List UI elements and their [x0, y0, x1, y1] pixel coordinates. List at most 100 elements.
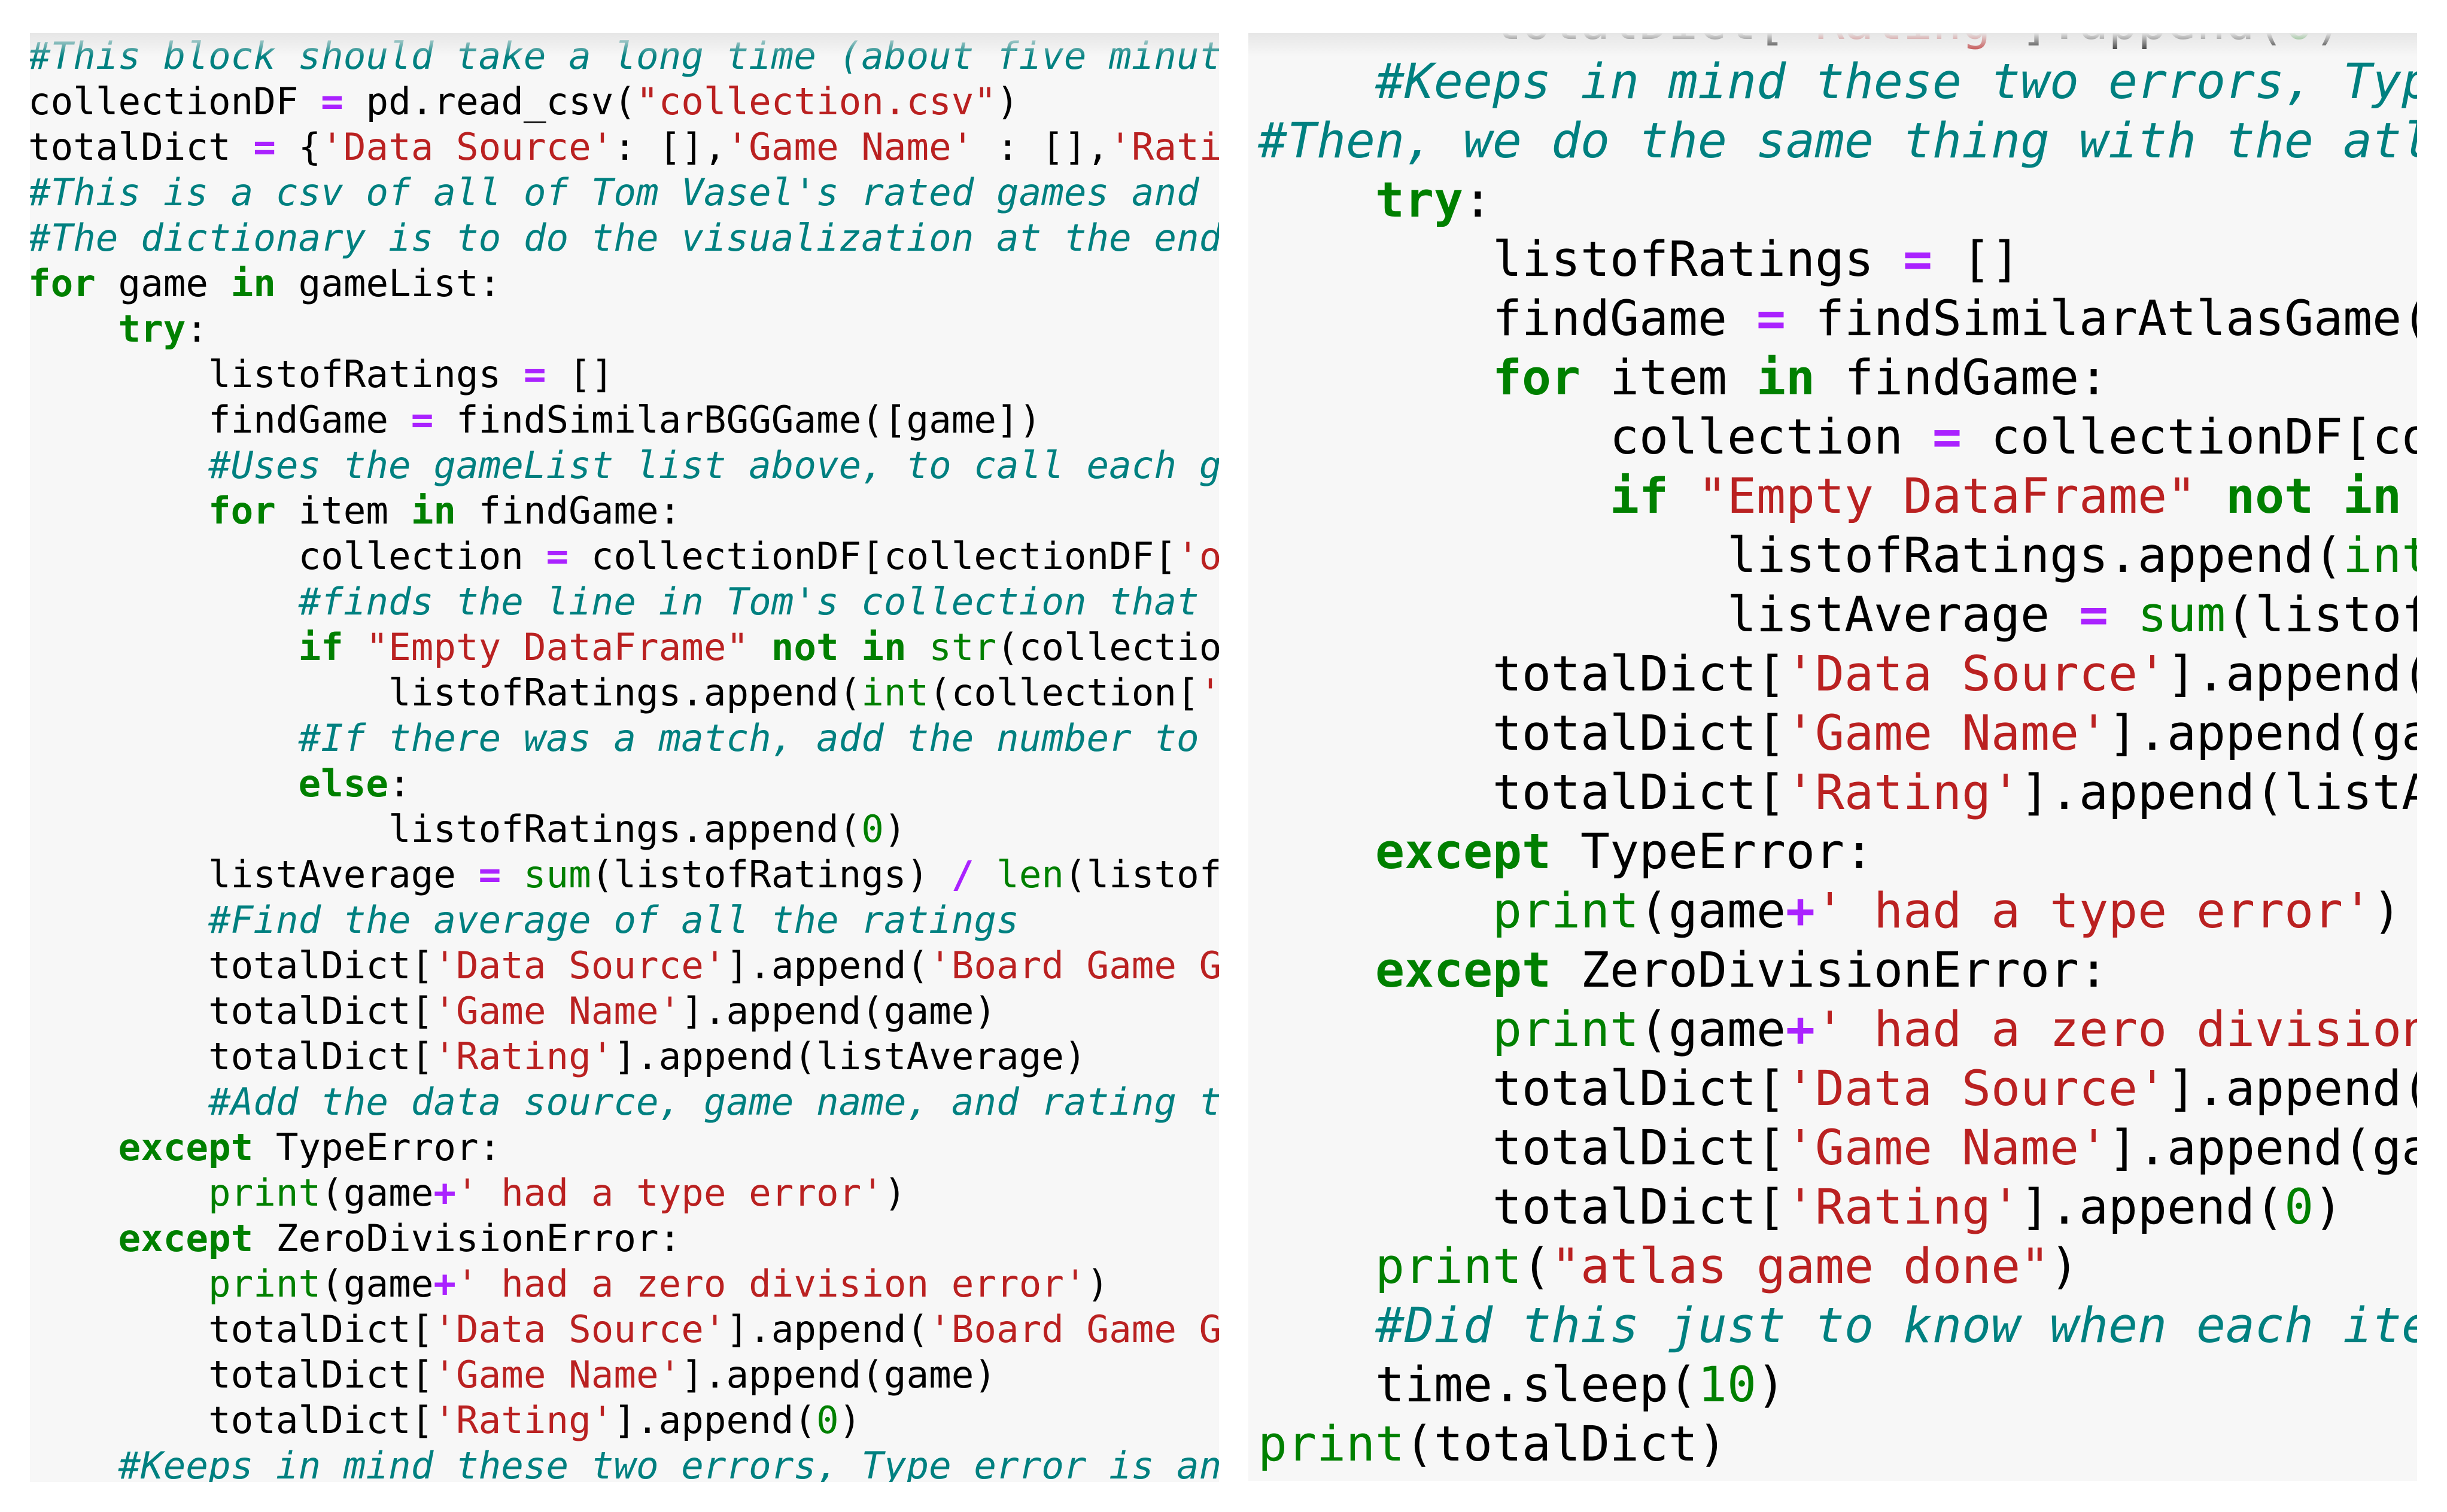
code-text: TypeError:: [1551, 823, 1874, 880]
code-operator: +: [433, 1262, 456, 1306]
code-number: 0: [2284, 33, 2314, 51]
code-line: #This is a csv of all of Tom Vasel's rat…: [30, 170, 1219, 215]
code-text: totalDict[: [1258, 705, 1786, 762]
code-text: totalDict[: [1258, 646, 1786, 702]
code-text: []: [546, 352, 614, 396]
code-line: #If there was a match, add the number to: [30, 716, 1219, 761]
code-number: 0: [816, 1398, 839, 1442]
code-keyword: for: [1492, 349, 1581, 406]
code-line: listofRatings.append(int(collection[': [30, 670, 1219, 716]
code-keyword: not: [2226, 468, 2314, 525]
code-keyword: except: [1375, 823, 1552, 880]
code-text: listofRatings.append(: [1258, 527, 2343, 584]
code-text: ZeroDivisionError:: [1551, 942, 2109, 999]
code-string: 'Data Source': [321, 125, 614, 169]
code-operator: =: [321, 80, 344, 123]
code-builtin: print: [1492, 1001, 1640, 1058]
code-text: findSimilarBGGGame([game]): [433, 398, 1042, 442]
code-text: ): [2050, 1238, 2080, 1295]
code-line: totalDict['Rating'].append(listAverage): [30, 1034, 1219, 1079]
code-string: 'Game Name': [1786, 1119, 2109, 1176]
code-number: 0: [861, 807, 884, 851]
code-text: listAverage: [30, 853, 479, 896]
code-string: "Empty DataFrame": [1698, 468, 2197, 525]
code-operator: =: [1903, 231, 1933, 288]
code-builtin: print: [208, 1262, 321, 1306]
code-line: #Then, we do the same thing with the atl: [1258, 111, 2417, 171]
code-text: totalDict: [30, 125, 254, 169]
code-text: item: [1580, 349, 1757, 406]
code-keyword: for: [30, 261, 96, 305]
code-text: (game: [1639, 883, 1786, 939]
code-string: 'Data Source': [433, 1307, 726, 1351]
code-line: for item in findGame:: [1258, 348, 2417, 407]
code-string: 'Rati: [1109, 125, 1219, 169]
code-line: collection = collectionDF[co: [1258, 407, 2417, 467]
code-line: #Keeps in mind these two errors, Typ: [1258, 52, 2417, 111]
code-operator: =: [1932, 409, 1962, 466]
code-text: (listof: [2226, 586, 2417, 643]
code-string: 'Data Source': [433, 944, 726, 987]
code-text: ].append(: [613, 1398, 816, 1442]
code-text: findGame: [30, 398, 411, 442]
code-line: totalDict['Game Name'].append(ga: [1258, 1118, 2417, 1178]
code-cell-right[interactable]: totalDict['Rating'].append(0) #Keeps in …: [1248, 33, 2417, 1481]
code-line: #The dictionary is to do the visualizati…: [30, 215, 1219, 261]
code-operator: =: [411, 398, 434, 442]
code-text: ): [2372, 883, 2402, 939]
code-line: if "Empty DataFrame" not in: [1258, 467, 2417, 526]
code-text: ): [2314, 1179, 2343, 1236]
code-line: totalDict['Data Source'].append('Board G…: [30, 943, 1219, 988]
code-line: except ZeroDivisionError:: [1258, 941, 2417, 1000]
code-line: print("atlas game done"): [1258, 1237, 2417, 1296]
code-text: ): [1086, 1262, 1109, 1306]
code-line: totalDict['Data Source'].append(: [1258, 644, 2417, 704]
code-string: 'Rating': [1786, 1179, 2021, 1236]
code-builtin: print: [1492, 883, 1640, 939]
code-text: :: [186, 307, 209, 351]
code-line: listofRatings.append(0): [30, 807, 1219, 852]
code-text: listAverage: [1258, 586, 2080, 643]
code-line: for item in findGame:: [30, 488, 1219, 534]
code-builtin: print: [1258, 1416, 1405, 1473]
code-cell-left[interactable]: #This block should take a long time (abo…: [30, 33, 1219, 1482]
code-text: listofRatings: [30, 352, 524, 396]
code-editor-right[interactable]: totalDict['Rating'].append(0) #Keeps in …: [1258, 33, 2417, 1474]
code-line: findGame = findSimilarBGGGame([game]): [30, 397, 1219, 443]
code-text: (totalDict): [1405, 1416, 1728, 1473]
code-keyword: in: [411, 489, 456, 533]
code-text: : [],: [974, 125, 1109, 169]
code-text: totalDict[: [1258, 33, 1786, 51]
code-keyword: in: [2343, 468, 2402, 525]
code-comment: #This block should take a long time (abo…: [30, 34, 1219, 78]
code-line: if "Empty DataFrame" not in str(collecti…: [30, 625, 1219, 670]
code-string: ' had a type error': [455, 1171, 884, 1215]
code-text: findGame:: [1815, 349, 2109, 406]
code-line: totalDict = {'Data Source': [],'Game Nam…: [30, 124, 1219, 170]
code-editor-left[interactable]: #This block should take a long time (abo…: [30, 34, 1219, 1482]
code-operator: =: [1756, 290, 1786, 347]
code-line: totalDict['Game Name'].append(game): [30, 1352, 1219, 1398]
code-line: totalDict['Rating'].append(listA: [1258, 763, 2417, 822]
code-text: (listofRatings): [591, 853, 952, 896]
code-text: totalDict[: [1258, 1119, 1786, 1176]
code-text: findSimilarAtlasGame(: [1786, 290, 2417, 347]
code-text: ].append(: [2167, 646, 2417, 702]
code-text: totalDict[: [30, 1307, 434, 1351]
code-text: ].append(ga: [2108, 705, 2417, 762]
code-string: 'Board Game G: [929, 1307, 1219, 1351]
code-string: 'Game Name': [433, 989, 682, 1033]
